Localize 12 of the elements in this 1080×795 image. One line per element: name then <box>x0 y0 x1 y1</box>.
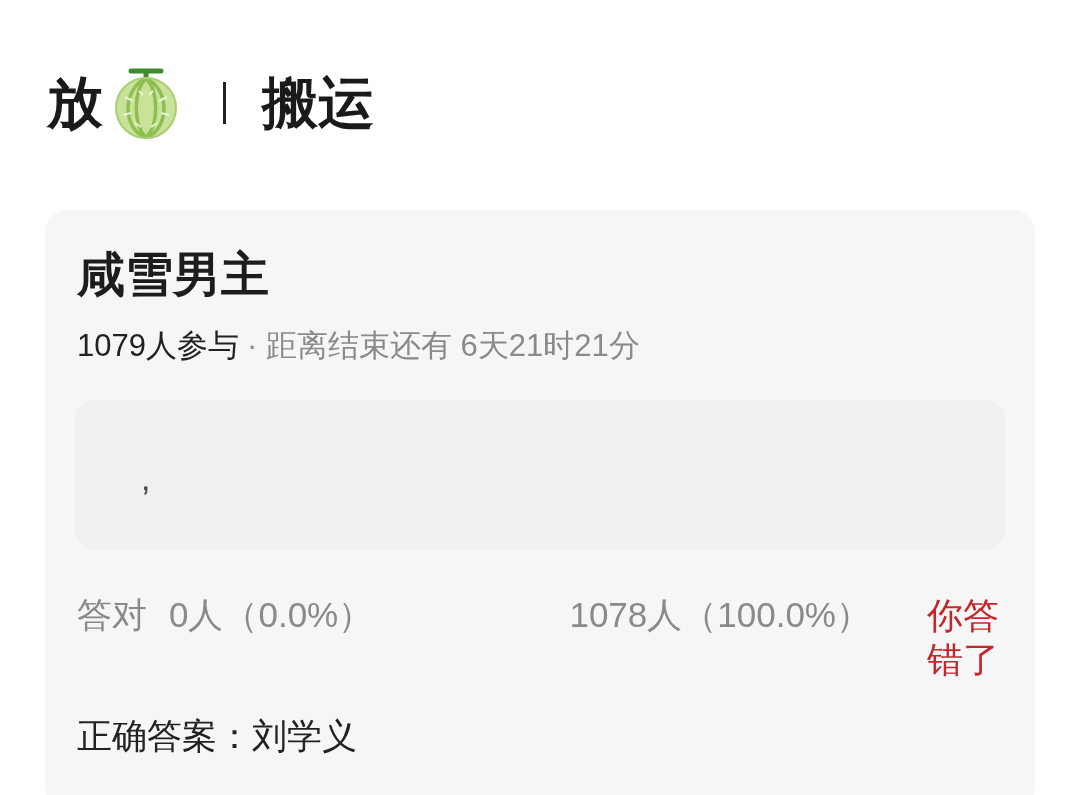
header-title: 搬运 <box>262 70 374 136</box>
header-title: 放 <box>47 70 103 136</box>
answer-box: , <box>75 400 1005 550</box>
quiz-title: 咸雪男主 <box>77 247 269 303</box>
melon-icon <box>113 67 179 139</box>
wrong-count: 1078人（100.0%） <box>569 594 871 636</box>
correct-count: 0人（0.0%） <box>169 594 374 636</box>
result-text: 你答错了 <box>927 594 1000 682</box>
participant-count: 1079人参与 <box>77 327 239 365</box>
countdown-text: · 距离结束还有 6天21时21分 <box>246 327 640 365</box>
correct-label: 答对 <box>77 594 147 636</box>
correct-answer: 正确答案：刘学义 <box>77 715 357 757</box>
